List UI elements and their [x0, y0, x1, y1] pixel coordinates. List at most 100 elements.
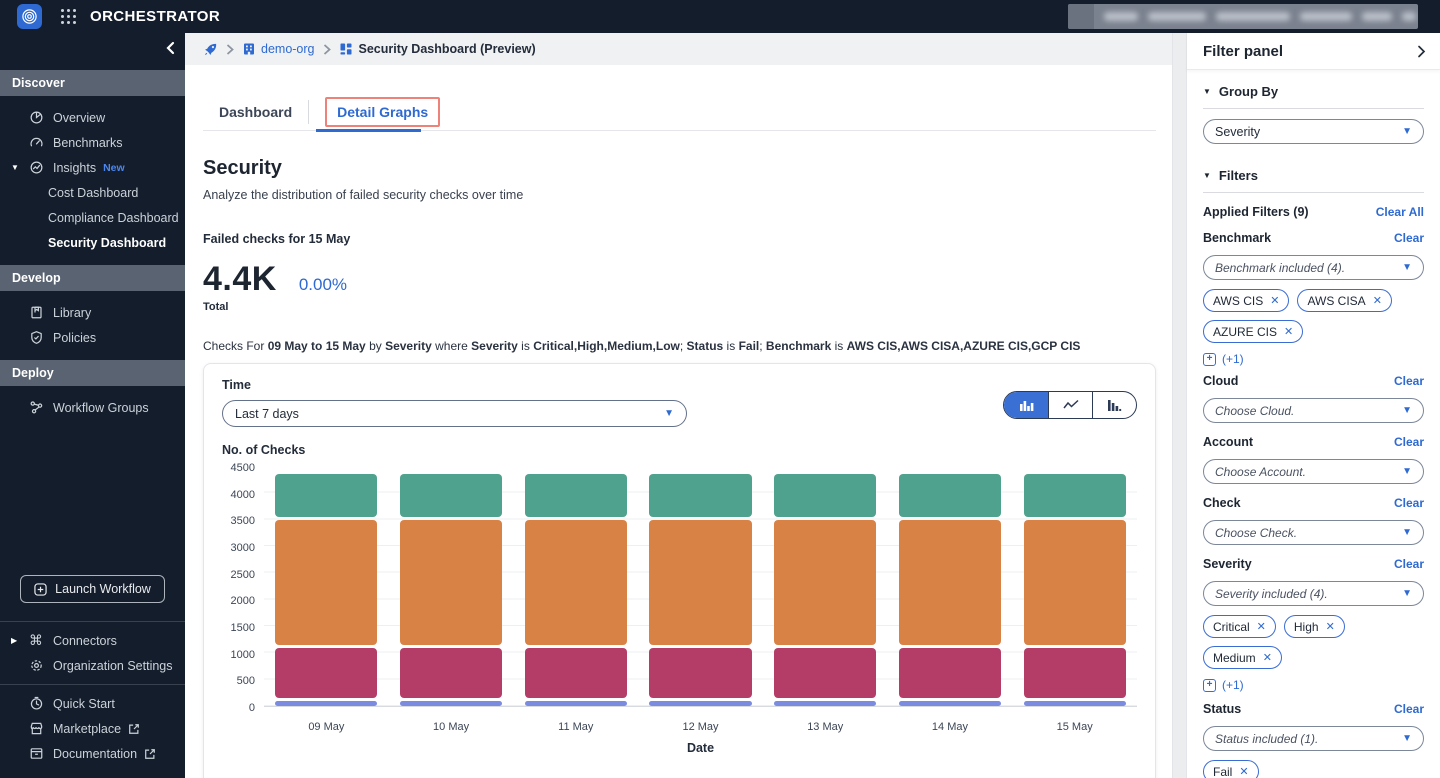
filter-chip[interactable]: AWS CISA✕: [1297, 289, 1391, 312]
bar-segment-low[interactable]: [1024, 474, 1126, 516]
bar-group[interactable]: [1012, 467, 1137, 706]
sidebar-item-compliance-dashboard[interactable]: Compliance Dashboard: [0, 205, 185, 230]
scrollbar[interactable]: [1172, 33, 1186, 778]
severity-show-more[interactable]: + (+1): [1203, 678, 1424, 692]
clear-status-link[interactable]: Clear: [1394, 702, 1424, 716]
stacked-bar-chart-button[interactable]: [1004, 392, 1048, 418]
rocket-icon[interactable]: [203, 42, 218, 57]
sidebar-item-library[interactable]: Library: [0, 300, 185, 325]
bar-group[interactable]: [763, 467, 888, 706]
line-chart-button[interactable]: [1048, 392, 1092, 418]
bar-segment-high[interactable]: [525, 648, 627, 698]
bar-segment-critical[interactable]: [525, 701, 627, 706]
bar-segment-low[interactable]: [400, 474, 502, 516]
chip-remove-icon[interactable]: ✕: [1270, 294, 1279, 307]
app-logo-icon[interactable]: [17, 4, 42, 29]
check-select[interactable]: Choose Check. ▼: [1203, 520, 1424, 545]
breadcrumb-org-link[interactable]: demo-org: [242, 42, 315, 56]
bar-segment-low[interactable]: [525, 474, 627, 516]
bar-segment-critical[interactable]: [899, 701, 1001, 706]
sidebar-item-organization-settings[interactable]: Organization Settings: [0, 653, 185, 678]
chip-remove-icon[interactable]: ✕: [1263, 651, 1272, 664]
clear-all-link[interactable]: Clear All: [1376, 205, 1424, 219]
benchmark-show-more[interactable]: + (+1): [1203, 352, 1424, 366]
bar-segment-medium[interactable]: [400, 520, 502, 645]
tab-dashboard[interactable]: Dashboard: [203, 93, 308, 130]
expand-triangle-right-icon[interactable]: ▶: [11, 636, 17, 645]
bar-segment-medium[interactable]: [649, 520, 751, 645]
bar-chart-button[interactable]: [1092, 392, 1136, 418]
clear-account-link[interactable]: Clear: [1394, 435, 1424, 449]
cloud-filter-label: Cloud: [1203, 374, 1238, 388]
bar-segment-critical[interactable]: [774, 701, 876, 706]
bar-segment-critical[interactable]: [649, 701, 751, 706]
tab-detail-graphs[interactable]: Detail Graphs: [309, 93, 456, 130]
sidebar-item-insights[interactable]: ▼ Insights New: [0, 155, 185, 180]
bar-segment-medium[interactable]: [1024, 520, 1126, 645]
bar-segment-high[interactable]: [275, 648, 377, 698]
bar-segment-critical[interactable]: [400, 701, 502, 706]
sidebar-item-connectors[interactable]: ▶ ⌘ Connectors: [0, 628, 185, 653]
expand-triangle-icon[interactable]: ▼: [11, 163, 19, 172]
sidebar-item-security-dashboard[interactable]: Security Dashboard: [0, 230, 185, 255]
bar-segment-medium[interactable]: [774, 520, 876, 645]
time-range-select[interactable]: Last 7 days ▼: [222, 400, 687, 427]
chip-remove-icon[interactable]: ✕: [1257, 620, 1266, 633]
clear-cloud-link[interactable]: Clear: [1394, 374, 1424, 388]
sidebar-item-policies[interactable]: Policies: [0, 325, 185, 350]
filter-chip[interactable]: Medium✕: [1203, 646, 1282, 669]
chip-remove-icon[interactable]: ✕: [1239, 765, 1248, 778]
bar-segment-high[interactable]: [1024, 648, 1126, 698]
benchmark-select[interactable]: Benchmark included (4). ▼: [1203, 255, 1424, 280]
chip-remove-icon[interactable]: ✕: [1284, 325, 1293, 338]
filter-chip[interactable]: AWS CIS✕: [1203, 289, 1289, 312]
sidebar-item-benchmarks[interactable]: Benchmarks: [0, 130, 185, 155]
bar-group[interactable]: [389, 467, 514, 706]
bar-segment-high[interactable]: [400, 648, 502, 698]
sidebar-item-marketplace[interactable]: Marketplace: [0, 716, 185, 741]
filters-section-header[interactable]: ▼ Filters: [1203, 168, 1424, 183]
clear-check-link[interactable]: Clear: [1394, 496, 1424, 510]
launch-workflow-button[interactable]: Launch Workflow: [20, 575, 165, 603]
bar-group[interactable]: [638, 467, 763, 706]
bar-group[interactable]: [264, 467, 389, 706]
filter-chip[interactable]: High✕: [1284, 615, 1345, 638]
filter-chip[interactable]: AZURE CIS✕: [1203, 320, 1303, 343]
bar-group[interactable]: [888, 467, 1013, 706]
global-search-input[interactable]: [1068, 4, 1418, 29]
bar-segment-critical[interactable]: [275, 701, 377, 706]
bar-segment-low[interactable]: [774, 474, 876, 516]
clear-benchmark-link[interactable]: Clear: [1394, 231, 1424, 245]
redacted-text: [1300, 12, 1352, 21]
sidebar-item-workflow-groups[interactable]: Workflow Groups: [0, 395, 185, 420]
clear-severity-link[interactable]: Clear: [1394, 557, 1424, 571]
status-select[interactable]: Status included (1). ▼: [1203, 726, 1424, 751]
chip-remove-icon[interactable]: ✕: [1326, 620, 1335, 633]
bar-segment-high[interactable]: [774, 648, 876, 698]
severity-select[interactable]: Severity included (4). ▼: [1203, 581, 1424, 606]
sidebar-item-overview[interactable]: Overview: [0, 105, 185, 130]
bar-segment-medium[interactable]: [899, 520, 1001, 645]
panel-collapse-icon[interactable]: [1417, 45, 1426, 58]
bar-segment-high[interactable]: [899, 648, 1001, 698]
sidebar-collapse-icon[interactable]: [165, 41, 175, 55]
chip-remove-icon[interactable]: ✕: [1373, 294, 1382, 307]
bar-segment-low[interactable]: [275, 474, 377, 516]
bar-segment-medium[interactable]: [275, 520, 377, 645]
app-launcher-icon[interactable]: [60, 8, 77, 25]
bar-segment-low[interactable]: [899, 474, 1001, 516]
account-select[interactable]: Choose Account. ▼: [1203, 459, 1424, 484]
sidebar-item-quick-start[interactable]: Quick Start: [0, 691, 185, 716]
bar-segment-critical[interactable]: [1024, 701, 1126, 706]
group-by-section-header[interactable]: ▼ Group By: [1203, 84, 1424, 99]
cloud-select[interactable]: Choose Cloud. ▼: [1203, 398, 1424, 423]
sidebar-item-cost-dashboard[interactable]: Cost Dashboard: [0, 180, 185, 205]
group-by-select[interactable]: Severity ▼: [1203, 119, 1424, 144]
bar-segment-low[interactable]: [649, 474, 751, 516]
bar-segment-medium[interactable]: [525, 520, 627, 645]
filter-chip[interactable]: Fail✕: [1203, 760, 1259, 778]
bar-segment-high[interactable]: [649, 648, 751, 698]
bar-group[interactable]: [513, 467, 638, 706]
sidebar-item-documentation[interactable]: Documentation: [0, 741, 185, 766]
filter-chip[interactable]: Critical✕: [1203, 615, 1276, 638]
